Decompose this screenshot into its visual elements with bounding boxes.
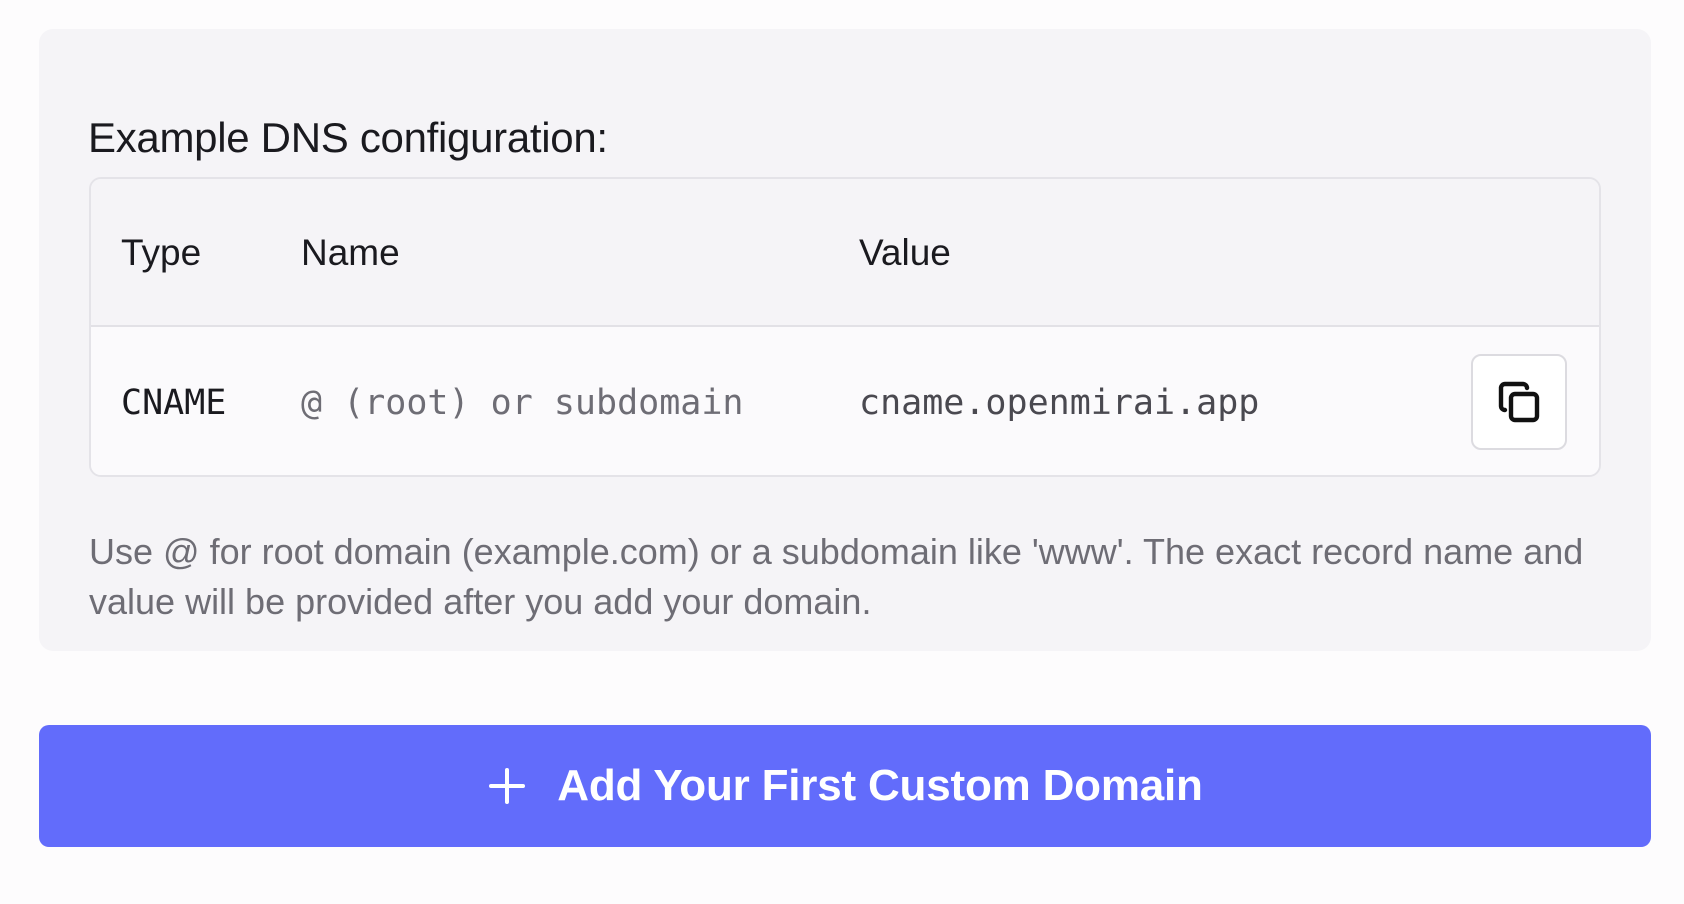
column-header-type: Type [121,232,202,273]
copy-icon [1498,381,1540,423]
dns-record-table: Type Name Value CNAME @ (root) or subdom… [89,177,1601,477]
column-header-value: Value [859,232,951,273]
record-value-cell: cname.openmirai.app [859,383,1260,423]
table-row: CNAME @ (root) or subdomain cname.openmi… [91,329,1599,475]
record-name-cell: @ (root) or subdomain [301,383,744,423]
table-header-row: Type Name Value [91,179,1599,327]
page: Example DNS configuration: Type Name Val… [0,0,1684,904]
dns-help-text: Use @ for root domain (example.com) or a… [89,531,1584,622]
add-custom-domain-label: Add Your First Custom Domain [557,761,1203,810]
column-header-name: Name [301,232,400,273]
dns-example-card: Example DNS configuration: Type Name Val… [39,29,1651,651]
dns-example-heading: Example DNS configuration: [88,114,608,161]
plus-icon [487,766,527,806]
add-custom-domain-button[interactable]: Add Your First Custom Domain [39,725,1651,847]
copy-value-button[interactable] [1471,354,1567,450]
record-type-cell: CNAME [121,383,227,423]
